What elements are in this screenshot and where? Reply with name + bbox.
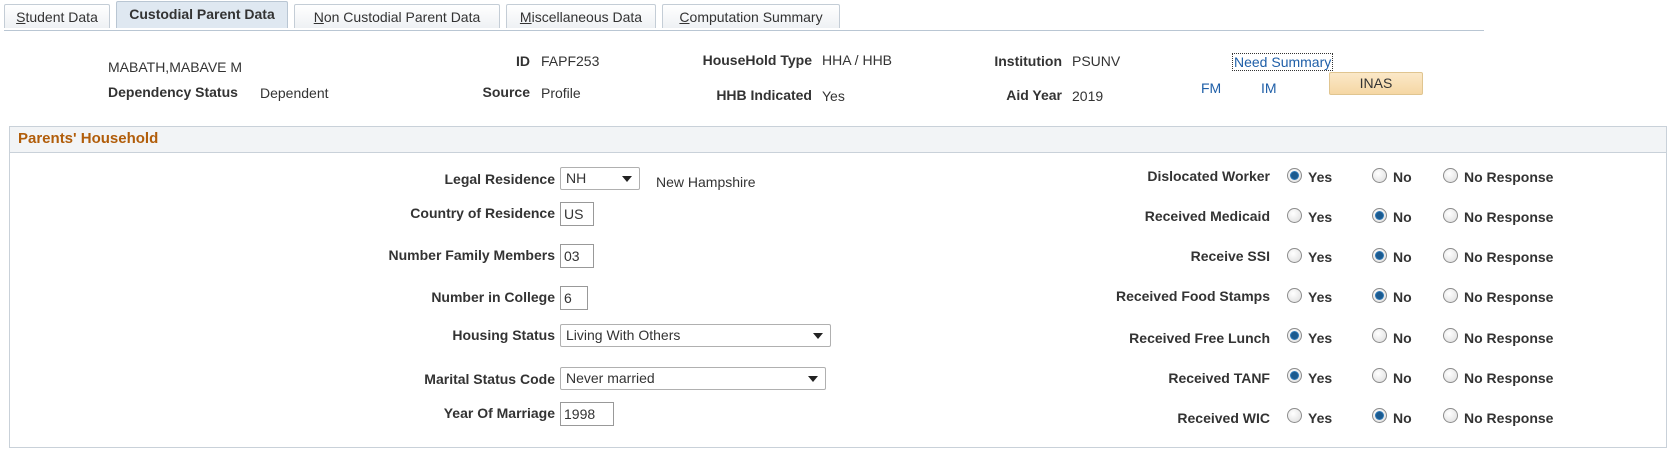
received-wic-no-response-radio[interactable] bbox=[1443, 408, 1458, 423]
im-link[interactable]: IM bbox=[1261, 80, 1277, 96]
marital-status-code-select[interactable]: Never married bbox=[560, 367, 826, 390]
received-wic-label: Received WIC bbox=[1177, 410, 1270, 426]
marital-status-code-label: Marital Status Code bbox=[424, 371, 555, 387]
received-food-stamps-no-radio[interactable] bbox=[1372, 288, 1387, 303]
hhb-indicated-value: Yes bbox=[822, 88, 845, 104]
chevron-down-icon bbox=[808, 376, 818, 382]
received-wic-no-response-text: No Response bbox=[1464, 410, 1554, 426]
received-tanf-no-text: No bbox=[1393, 370, 1412, 386]
received-free-lunch-no-response-text: No Response bbox=[1464, 330, 1554, 346]
country-of-residence-input[interactable]: US bbox=[560, 202, 594, 226]
inas-button[interactable]: INAS bbox=[1329, 72, 1423, 95]
dislocated-worker-no-response-text: No Response bbox=[1464, 169, 1554, 185]
dislocated-worker-no-response-radio[interactable] bbox=[1443, 168, 1458, 183]
parents-household-group: Parents' Household bbox=[9, 126, 1667, 448]
dislocated-worker-label: Dislocated Worker bbox=[1147, 168, 1270, 184]
received-food-stamps-no-response-radio[interactable] bbox=[1443, 288, 1458, 303]
number-in-college-input[interactable]: 6 bbox=[560, 286, 588, 310]
source-value: Profile bbox=[541, 85, 581, 101]
received-wic-no-text: No bbox=[1393, 410, 1412, 426]
household-type-label: HouseHold Type bbox=[702, 52, 812, 68]
dislocated-worker-yes-text: Yes bbox=[1308, 169, 1333, 185]
id-label: ID bbox=[516, 53, 530, 69]
receive-ssi-yes-text: Yes bbox=[1308, 249, 1333, 265]
number-family-members-input[interactable]: 03 bbox=[560, 244, 594, 268]
received-wic-no-radio[interactable] bbox=[1372, 408, 1387, 423]
receive-ssi-no-text: No bbox=[1393, 249, 1412, 265]
fm-link[interactable]: FM bbox=[1201, 80, 1221, 96]
received-medicaid-no-text: No bbox=[1393, 209, 1412, 225]
need-summary-link[interactable]: Need Summary bbox=[1232, 53, 1334, 71]
id-value: FAPF253 bbox=[541, 53, 600, 69]
received-tanf-no-response-radio[interactable] bbox=[1443, 368, 1458, 383]
year-of-marriage-input[interactable]: 1998 bbox=[560, 402, 614, 426]
received-tanf-no-response-text: No Response bbox=[1464, 370, 1554, 386]
tab-non-custodial-parent-data[interactable]: Non Custodial Parent Data bbox=[294, 4, 500, 28]
dislocated-worker-no-radio[interactable] bbox=[1372, 168, 1387, 183]
number-in-college-label: Number in College bbox=[431, 289, 555, 305]
group-title: Parents' Household bbox=[18, 130, 159, 147]
received-wic-yes-radio[interactable] bbox=[1287, 408, 1302, 423]
dependency-status-value: Dependent bbox=[260, 85, 329, 101]
received-tanf-no-radio[interactable] bbox=[1372, 368, 1387, 383]
tab-bar: Student Data Custodial Parent Data Non C… bbox=[4, 1, 1484, 31]
received-medicaid-no-radio[interactable] bbox=[1372, 208, 1387, 223]
legal-residence-select[interactable]: NH bbox=[560, 167, 640, 190]
received-medicaid-no-response-text: No Response bbox=[1464, 209, 1554, 225]
number-family-members-label: Number Family Members bbox=[388, 247, 556, 263]
housing-status-select[interactable]: Living With Others bbox=[560, 324, 831, 347]
aid-year-value: 2019 bbox=[1072, 88, 1104, 104]
institution-value: PSUNV bbox=[1072, 53, 1121, 69]
housing-status-label: Housing Status bbox=[452, 327, 555, 343]
group-header: Parents' Household bbox=[10, 127, 1666, 153]
tab-custodial-parent-data[interactable]: Custodial Parent Data bbox=[116, 1, 288, 28]
received-food-stamps-label: Received Food Stamps bbox=[1115, 288, 1270, 304]
received-free-lunch-no-text: No bbox=[1393, 330, 1412, 346]
aid-year-label: Aid Year bbox=[1006, 87, 1062, 103]
chevron-down-icon bbox=[622, 176, 632, 182]
received-tanf-yes-text: Yes bbox=[1308, 370, 1333, 386]
tab-miscellaneous-data[interactable]: Miscellaneous Data bbox=[506, 4, 656, 28]
received-food-stamps-yes-radio[interactable] bbox=[1287, 288, 1302, 303]
received-food-stamps-no-response-text: No Response bbox=[1464, 289, 1554, 305]
country-of-residence-label: Country of Residence bbox=[410, 205, 555, 221]
received-medicaid-yes-text: Yes bbox=[1308, 209, 1333, 225]
received-medicaid-yes-radio[interactable] bbox=[1287, 208, 1302, 223]
received-wic-yes-text: Yes bbox=[1308, 410, 1333, 426]
received-tanf-yes-radio[interactable] bbox=[1287, 368, 1302, 383]
receive-ssi-no-response-radio[interactable] bbox=[1443, 248, 1458, 263]
receive-ssi-no-response-text: No Response bbox=[1464, 249, 1554, 265]
received-free-lunch-yes-text: Yes bbox=[1308, 330, 1333, 346]
received-tanf-label: Received TANF bbox=[1168, 370, 1270, 386]
dependency-status-label: Dependency Status bbox=[108, 84, 238, 100]
source-label: Source bbox=[482, 84, 530, 100]
institution-label: Institution bbox=[994, 53, 1062, 69]
received-medicaid-no-response-radio[interactable] bbox=[1443, 208, 1458, 223]
dislocated-worker-no-text: No bbox=[1393, 169, 1412, 185]
receive-ssi-no-radio[interactable] bbox=[1372, 248, 1387, 263]
year-of-marriage-label: Year Of Marriage bbox=[443, 405, 555, 421]
legal-residence-description: New Hampshire bbox=[656, 174, 756, 190]
received-medicaid-label: Received Medicaid bbox=[1144, 208, 1270, 224]
chevron-down-icon bbox=[813, 333, 823, 339]
tab-student-data[interactable]: Student Data bbox=[4, 4, 110, 28]
legal-residence-label: Legal Residence bbox=[444, 171, 556, 187]
received-free-lunch-no-radio[interactable] bbox=[1372, 328, 1387, 343]
received-free-lunch-no-response-radio[interactable] bbox=[1443, 328, 1458, 343]
received-free-lunch-label: Received Free Lunch bbox=[1129, 330, 1270, 346]
receive-ssi-label: Receive SSI bbox=[1190, 248, 1270, 264]
received-food-stamps-no-text: No bbox=[1393, 289, 1412, 305]
hhb-indicated-label: HHB Indicated bbox=[716, 87, 812, 103]
tab-computation-summary[interactable]: Computation Summary bbox=[662, 4, 840, 28]
dislocated-worker-yes-radio[interactable] bbox=[1287, 168, 1302, 183]
student-name: MABATH,MABAVE M bbox=[108, 59, 243, 75]
receive-ssi-yes-radio[interactable] bbox=[1287, 248, 1302, 263]
household-type-value: HHA / HHB bbox=[822, 52, 893, 68]
received-free-lunch-yes-radio[interactable] bbox=[1287, 328, 1302, 343]
received-food-stamps-yes-text: Yes bbox=[1308, 289, 1333, 305]
